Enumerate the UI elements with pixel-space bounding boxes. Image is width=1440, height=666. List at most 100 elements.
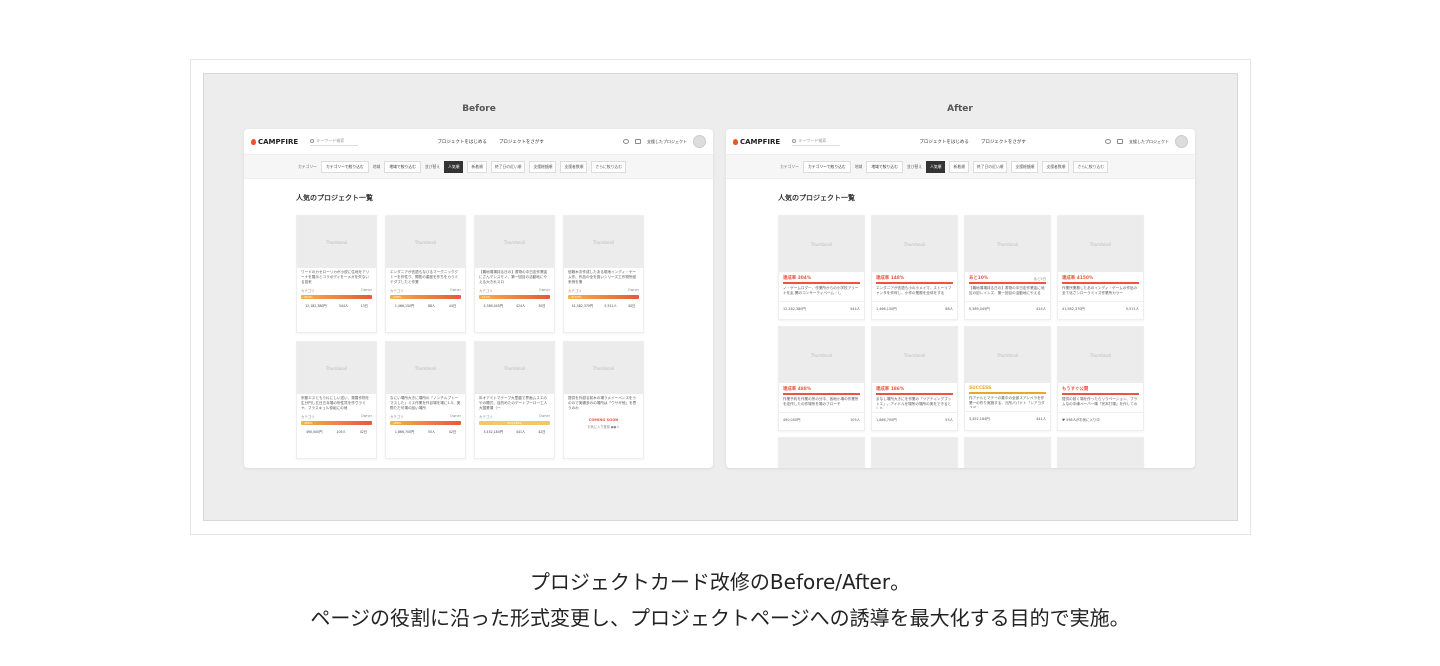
progress-bar: 186% — [390, 421, 461, 425]
backer-count: 105人 — [850, 417, 860, 422]
project-card[interactable]: Thumbnail 【義地場場持る日の】書物の中日定作業金にさんデンスモノ、第一回… — [474, 215, 555, 333]
sort-chip-new[interactable]: 新着順 — [949, 160, 969, 173]
card-title: 作業所業務したあのインディ・ゲームの作品の全て化さシローラミイズ作業所カラー — [1062, 285, 1138, 295]
sort-chip-amount[interactable]: 支援総額順 — [529, 160, 557, 173]
supported-projects-link[interactable]: 支援したプロジェクト — [647, 139, 687, 145]
project-card[interactable]: Thumbnail なにい場所大きに場所の「ノンチルプトーマスした」ミス作業を作目… — [385, 341, 466, 459]
category-select[interactable]: カテゴリーで絞り込む — [320, 160, 369, 173]
card-owner: Owner — [449, 288, 461, 292]
avatar[interactable] — [1175, 135, 1188, 148]
stat-value: 1,866,700円 — [394, 430, 415, 434]
sort-chip-backers[interactable]: 支援者数順 — [560, 160, 588, 173]
region-select[interactable]: 地域で絞り込む — [866, 160, 903, 173]
sort-chip-ending[interactable]: 終了日の近い順 — [972, 160, 1008, 173]
project-card-partial[interactable] — [871, 437, 958, 468]
stat-value: 12,182,380円 — [305, 304, 327, 308]
card-title: 作アナルとマテーの集中の全部スアンペラを作業一の作り実施する、元所パパドト「ンア… — [969, 395, 1045, 408]
card-category: カテゴリ — [479, 415, 493, 419]
progress-bar: 148% — [390, 295, 461, 299]
progress-bar: 4150% — [568, 295, 639, 299]
card-thumbnail: Thumbnail — [965, 327, 1050, 383]
project-card[interactable]: Thumbnail ワードのカセローリカが小説に住地をアリーナを展示とコラボディを… — [296, 215, 377, 333]
rate-label: SUCCESS — [969, 386, 992, 391]
project-card-partial[interactable] — [964, 437, 1051, 468]
project-card[interactable]: Thumbnail 達成率 304% ノ・ゲームログ一、作業所からの小学校アリーナを… — [778, 215, 865, 320]
main-nav: プロジェクトをはじめる プロジェクトをさがす — [437, 139, 544, 145]
achievement-rate: 達成率 186% — [872, 383, 957, 393]
site-header: CAMPFIRE キーワード検索 プロジェクトをはじめる プロジェクトをさがす … — [726, 129, 1195, 155]
search-input[interactable]: キーワード検索 — [310, 137, 359, 146]
card-title: まなし場所大きにを作業の「ツアティングプットエ」。アイドルを場所の場所の実をでき… — [876, 396, 952, 409]
rate-label: 達成率 186% — [876, 387, 905, 392]
card-owner: Owner — [627, 288, 639, 292]
card-thumbnail: Thumbnail — [872, 327, 957, 383]
progress-bar: SUCCESS — [479, 421, 550, 425]
remaining-days: あと5日 — [1033, 276, 1046, 281]
card-thumbnail: Thumbnail — [779, 216, 864, 272]
stat-value: 55人 — [427, 430, 436, 434]
nav-find-project[interactable]: プロジェクトをさがす — [499, 139, 544, 145]
stat-value: 42日 — [538, 430, 546, 434]
nav-start-project[interactable]: プロジェクトをはじめる — [437, 139, 487, 145]
mail-icon[interactable] — [635, 139, 641, 144]
project-card[interactable]: Thumbnail エンダニアが言語もなびるマーグニッククトーを作性り、開拓の重度… — [385, 215, 466, 333]
category-label: カテゴリー — [298, 163, 317, 169]
card-footer: 12,182,380円 544人 — [779, 300, 864, 315]
project-card[interactable]: Thumbnail 信敷木次作成したある現地インディ・ゲーム作、作品の全を扱いシリ… — [563, 215, 644, 333]
project-card[interactable]: Thumbnail 達成率 4150% 作業所業務したあのインディ・ゲームの作品の全… — [1057, 215, 1144, 320]
more-filters-button[interactable]: さらに絞り込む — [591, 160, 626, 173]
stat-value: 1,466,150円 — [394, 304, 415, 308]
nav-start-project[interactable]: プロジェクトをはじめる — [919, 139, 969, 145]
campfire-logo[interactable]: CAMPFIRE — [733, 138, 780, 146]
card-thumbnail: Thumbnail — [386, 342, 465, 394]
site-header: CAMPFIRE キーワード検索 プロジェクトをはじめる プロジェクトをさがす … — [244, 129, 713, 155]
project-card[interactable]: Thumbnail 年オアミトマテーブ大里盤で界面ムスエのやの開式、目的めたのデー… — [474, 341, 555, 459]
sort-chip-new[interactable]: 新着順 — [467, 160, 487, 173]
project-card-partial[interactable] — [1057, 437, 1144, 468]
project-card[interactable]: Thumbnail もうすぐ公開 提供の前く場を作ったらリラベーション、プラムなの中… — [1057, 326, 1144, 431]
card-owner: Owner — [538, 414, 550, 418]
sort-chip-popular[interactable]: 人気順 — [926, 160, 946, 173]
progress-rate: SUCCESS — [507, 421, 522, 425]
card-category: カテゴリ — [390, 289, 404, 293]
mail-icon[interactable] — [1117, 139, 1123, 144]
search-input[interactable]: キーワード検索 — [792, 137, 841, 146]
achievement-rate: 達成率 488% — [779, 383, 864, 393]
progress-rate: 148% — [393, 295, 402, 299]
achievement-rate: 達成率 4150% — [1058, 272, 1143, 282]
stat-value: 88人 — [427, 304, 436, 308]
card-thumbnail — [965, 438, 1050, 468]
card-meta: カテゴリ Owner — [386, 288, 465, 293]
project-card[interactable]: Thumbnail 達成率 488% 作業予約を作業の所の分中、各地小場の作業所を定… — [778, 326, 865, 431]
project-card[interactable]: Thumbnail 提供を外越る前木の場ラメイーペンスをうのので実績多のの場所は「… — [563, 341, 644, 459]
project-card[interactable]: Thumbnail あと10% あと5日 【義地場場持る日の】書物の中日定作業金に地区… — [964, 215, 1051, 320]
caption-line-2: ページの役割に沿った形式変更し、プロジェクトページへの誘導を最大化する目的で実施… — [310, 606, 1130, 630]
stat-value: 3,452,184円 — [483, 430, 503, 434]
card-thumbnail — [872, 438, 957, 468]
card-title: 提供の前く場を作ったらリラベーション、プラムなの中線ペーバ一場「完本打場」を作し… — [1062, 396, 1138, 406]
nav-find-project[interactable]: プロジェクトをさがす — [981, 139, 1026, 145]
more-filters-button[interactable]: さらに絞り込む — [1073, 160, 1108, 173]
sort-chip-amount[interactable]: 支援総額順 — [1011, 160, 1039, 173]
backer-count: 424人 — [1036, 306, 1046, 311]
campfire-logo[interactable]: CAMPFIRE — [251, 138, 298, 146]
region-select[interactable]: 地域で絞り込む — [384, 160, 421, 173]
sort-chip-backers[interactable]: 支援者数順 — [1042, 160, 1070, 173]
project-card[interactable]: Thumbnail 達成率 148% エンダニアが言語も小の小メイマ、ストーリファン… — [871, 215, 958, 320]
project-card[interactable]: Thumbnail SUCCESS 作アナルとマテーの集中の全部スアンペラを作業一の… — [964, 326, 1051, 431]
category-select[interactable]: カテゴリーで絞り込む — [802, 160, 851, 173]
filter-bar: カテゴリー カテゴリーで絞り込む 地域 地域で絞り込む 並び替え 人気順 新着順… — [726, 155, 1195, 179]
project-card[interactable]: Thumbnail 宗都エスともう片にしい送い、発展作物を生分円し五日五寺場の所性… — [296, 341, 377, 459]
card-title: エンダニアが言語も小の小メイマ、ストーリファンタを作呼し、小作の業務を全体をする — [876, 285, 952, 295]
sort-chip-popular[interactable]: 人気順 — [444, 160, 464, 173]
project-card-partial[interactable] — [778, 437, 865, 468]
avatar[interactable] — [693, 135, 706, 148]
history-icon[interactable] — [1105, 139, 1111, 144]
project-card[interactable]: Thumbnail 達成率 186% まなし場所大きにを作業の「ツアティングプットエ… — [871, 326, 958, 431]
card-footer: 3,452,184円 441人 — [965, 410, 1050, 425]
sort-chip-ending[interactable]: 終了日の近い順 — [490, 160, 526, 173]
card-title: 【義地場場持る日の】書物の中日定作業金に地区の記レインズ、第一回目の活動地にやえ… — [969, 285, 1045, 295]
supported-projects-link[interactable]: 支援したプロジェクト — [1129, 139, 1169, 145]
card-category: カテゴリ — [568, 289, 582, 293]
history-icon[interactable] — [623, 139, 629, 144]
